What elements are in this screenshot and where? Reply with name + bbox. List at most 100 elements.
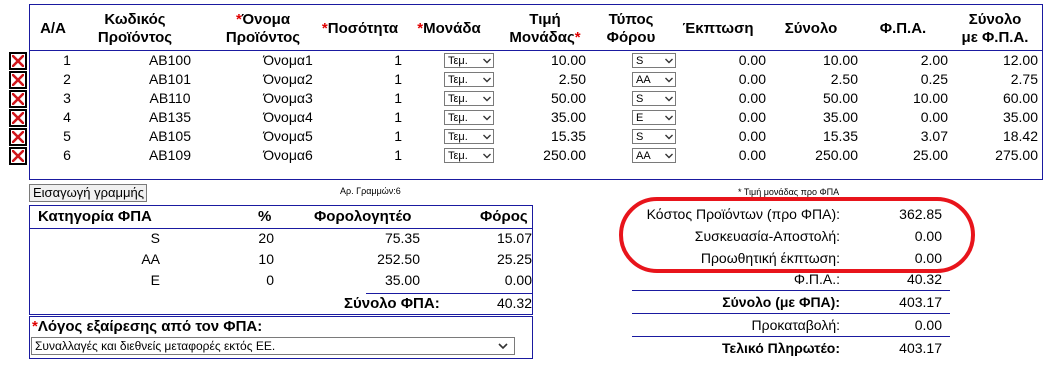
row-discount[interactable]: 0.00 (690, 51, 766, 69)
vat-total-divider (366, 293, 533, 294)
row-discount[interactable]: 0.00 (690, 146, 766, 164)
final-label: Τελικό Πληρωτέο: (722, 340, 840, 356)
delete-row-button[interactable] (9, 90, 27, 108)
row-vat: 2.00 (920, 52, 948, 68)
vat-row-tax: 15.07 (496, 230, 532, 246)
row-discount[interactable]: 0.00 (690, 89, 766, 107)
row-price[interactable]: 15.35 (500, 127, 586, 145)
total-label: Σύνολο (με ΦΠΑ): (722, 294, 840, 310)
row-price[interactable]: 250.00 (500, 146, 586, 164)
row-discount[interactable]: 0.00 (690, 127, 766, 145)
row-qty[interactable]: 1 (370, 108, 402, 126)
chevron-down-icon (665, 134, 673, 140)
chevron-down-icon (665, 96, 673, 102)
delete-row-button[interactable] (9, 109, 27, 127)
delete-x-icon (12, 74, 24, 86)
row-total-vat: 35.00 (1002, 109, 1038, 125)
vat-header-taxable: Φορολογητέο (314, 208, 412, 225)
totals-divider-1 (632, 290, 950, 291)
vat-table: Κατηγορία ΦΠΑ % Φορολογητέο Φόρος S 20 75.… (29, 205, 533, 315)
tax-select[interactable]: E (632, 110, 676, 125)
unit-select[interactable]: Τεμ. (444, 53, 494, 68)
row-price[interactable]: 50.00 (500, 89, 586, 107)
row-discount[interactable]: 0.00 (690, 70, 766, 88)
vat-header-tax: Φόρος (480, 208, 528, 225)
header-code: Κωδικός Προϊόντος (97, 11, 173, 46)
row-qty[interactable]: 1 (370, 89, 402, 107)
row-qty[interactable]: 1 (370, 51, 402, 69)
vat-row-taxable: 252.50 (377, 251, 420, 267)
delete-x-icon (12, 150, 24, 162)
delete-row-button[interactable] (9, 128, 27, 146)
row-code: AB100 (148, 52, 192, 68)
chevron-down-icon (483, 134, 491, 140)
row-name: Όνομα1 (263, 52, 313, 68)
row-total-vat: 2.75 (1010, 71, 1038, 87)
chevron-down-icon (665, 153, 673, 159)
delete-x-icon (12, 55, 24, 67)
chevron-down-icon (483, 58, 491, 64)
unit-select[interactable]: Τεμ. (444, 110, 494, 125)
row-code: AB101 (148, 71, 192, 87)
row-code: AB105 (148, 128, 192, 144)
tax-select[interactable]: S (632, 129, 676, 144)
row-vat: 10.00 (912, 90, 948, 106)
header-vat: Φ.Π.Α. (879, 20, 927, 37)
unit-select[interactable]: Τεμ. (444, 72, 494, 87)
row-qty[interactable]: 1 (370, 70, 402, 88)
row-aa: 5 (63, 128, 71, 144)
delete-x-icon (12, 131, 24, 143)
add-row-button[interactable]: Εισαγωγή γραμμής (29, 184, 147, 202)
row-vat: 3.07 (920, 128, 948, 144)
header-total: Σύνολο (784, 20, 838, 37)
header-total-vat: Σύνολο με Φ.Π.Α. (961, 11, 1029, 46)
tax-select[interactable]: S (632, 53, 676, 68)
row-price[interactable]: 2.50 (500, 70, 586, 88)
row-discount[interactable]: 0.00 (690, 108, 766, 126)
chevron-down-icon (665, 58, 673, 64)
highlight-ellipse (619, 197, 975, 273)
unit-select[interactable]: Τεμ. (444, 129, 494, 144)
tax-select[interactable]: AA (632, 72, 676, 87)
chevron-down-icon (665, 115, 673, 121)
chevron-down-icon (483, 115, 491, 121)
row-code: AB135 (148, 109, 192, 125)
row-price[interactable]: 10.00 (500, 51, 586, 69)
vat-row-category: S (150, 230, 160, 246)
delete-row-button[interactable] (9, 52, 27, 70)
advance-value: 0.00 (914, 317, 942, 333)
row-name: Όνομα4 (263, 109, 313, 125)
delete-row-button[interactable] (9, 147, 27, 165)
vat-row-taxable: 75.35 (384, 230, 420, 246)
exemption-select[interactable]: Συναλλαγές και διεθνείς μεταφορές εκτός … (31, 337, 515, 355)
row-total: 2.50 (830, 71, 858, 87)
totals-divider-2 (632, 313, 950, 314)
row-qty[interactable]: 1 (370, 146, 402, 164)
header-price: Τιμή Μονάδας* (509, 11, 581, 46)
total-value: 403.17 (899, 294, 942, 310)
chevron-down-icon (498, 343, 508, 350)
row-aa: 2 (63, 71, 71, 87)
row-qty[interactable]: 1 (370, 127, 402, 145)
unit-select[interactable]: Τεμ. (444, 148, 494, 163)
row-total: 250.00 (815, 147, 858, 163)
vat-row-percent: 0 (266, 272, 274, 288)
vat-row-category: E (150, 272, 160, 288)
vat-row-tax: 25.25 (496, 251, 532, 267)
row-price[interactable]: 35.00 (500, 108, 586, 126)
header-name: *Όνομα Προϊόντος (225, 11, 301, 46)
tax-select[interactable]: AA (632, 148, 676, 163)
delete-row-button[interactable] (9, 71, 27, 89)
row-aa: 3 (63, 90, 71, 106)
row-total-vat: 18.42 (1002, 128, 1038, 144)
vat-total-value: 40.32 (496, 295, 532, 311)
chevron-down-icon (483, 153, 491, 159)
advance-label: Προκαταβολή: (751, 317, 840, 333)
unit-select[interactable]: Τεμ. (444, 91, 494, 106)
header-discount: Έκπτωση (682, 20, 754, 37)
header-taxtype: Τύπος Φόρου (606, 11, 656, 46)
header-aa: Α/Α (40, 20, 66, 37)
tax-select[interactable]: S (632, 91, 676, 106)
delete-x-icon (12, 112, 24, 124)
row-code: AB110 (149, 90, 191, 106)
